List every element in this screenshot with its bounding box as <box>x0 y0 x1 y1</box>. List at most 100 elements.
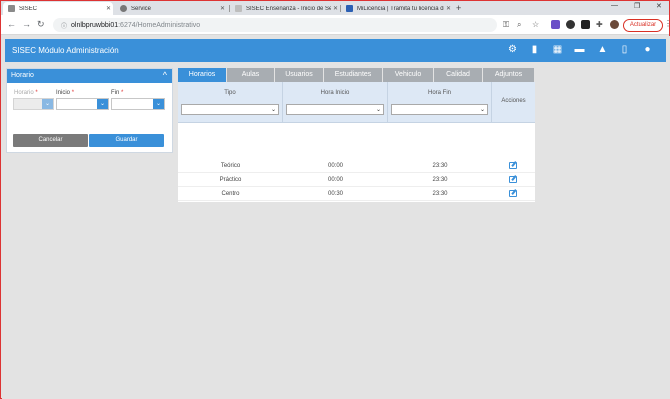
edit-icon[interactable] <box>509 190 517 197</box>
restore-icon[interactable]: ❐ <box>634 2 640 10</box>
user-icon[interactable]: ● <box>642 44 653 56</box>
close-tab-icon[interactable]: ✕ <box>104 5 113 12</box>
horario-panel-title: Horario <box>11 72 34 79</box>
url-host: olnlbpruwbbi01 <box>71 21 119 29</box>
document-icon[interactable]: ▯ <box>619 44 630 56</box>
table-row: Práctico 00:00 23:30 <box>178 174 535 187</box>
back-arrow-icon[interactable]: ← <box>7 19 16 30</box>
browser-tab-service[interactable]: Service ✕ <box>115 2 227 15</box>
cell-tipo: Centro <box>221 191 240 197</box>
cell-hora-inicio: 00:00 <box>327 163 343 169</box>
chevron-up-icon[interactable]: ^ <box>163 70 167 80</box>
column-header: Hora Inicio <box>320 90 350 96</box>
cell-tipo: Teórico <box>220 163 241 169</box>
app-header: SISEC Módulo Administración ⚙ ▮ ▦ ▬ ▲ ▯ … <box>5 39 666 62</box>
chevron-down-icon[interactable]: ⌄ <box>97 99 108 109</box>
browser-tab-title: MiLicencia | Tramita tu licencia de... <box>357 5 444 12</box>
tab-calidad[interactable]: Calidad <box>434 68 482 82</box>
close-tab-icon[interactable]: ✕ <box>218 5 227 12</box>
globe-icon <box>120 5 127 12</box>
address-bar[interactable]: ⓘ olnlbpruwbbi01:6274/HomeAdministrativo <box>53 18 497 32</box>
cell-hora-inicio: 00:00 <box>327 177 343 183</box>
close-tab-icon[interactable]: ✕ <box>331 5 340 12</box>
column-header: Hora Fin <box>427 90 451 96</box>
edit-icon[interactable] <box>509 176 517 183</box>
cell-hora-fin: 23:30 <box>432 191 448 197</box>
horario-field-label: Horario * <box>14 90 38 96</box>
forward-arrow-icon[interactable]: → <box>22 19 31 30</box>
column-hora-inicio: Hora Inicio ⌄ <box>283 82 388 123</box>
page-favicon-icon <box>235 5 242 12</box>
chevron-down-icon: ⌄ <box>270 107 276 113</box>
extension-icon[interactable] <box>581 20 590 29</box>
inicio-select[interactable]: ⌄ <box>56 98 109 110</box>
table-row: Centro 00:30 23:30 <box>178 188 535 201</box>
book-icon[interactable]: ▮ <box>529 44 540 56</box>
extension-icon[interactable] <box>551 20 560 29</box>
tab-adjuntos[interactable]: Adjuntos <box>483 68 534 82</box>
inicio-field-label: Inicio * <box>56 90 75 96</box>
bookmark-star-icon[interactable]: ☆ <box>532 20 541 29</box>
horario-panel: Horario ^ Horario * Inicio * Fin * ⌄ ⌄ ⌄… <box>6 68 173 153</box>
browser-tab-strip: SISEC ✕ Service ✕ SISEC Enseñanza - Inic… <box>1 1 669 15</box>
app-title: SISEC Módulo Administración <box>12 46 119 55</box>
browser-tab-title: SISEC <box>19 5 38 12</box>
chevron-down-icon[interactable]: ⌄ <box>153 99 164 109</box>
tab-usuarios[interactable]: Usuarios <box>275 68 323 82</box>
tab-horarios[interactable]: Horarios <box>178 68 226 82</box>
minimize-icon[interactable]: — <box>611 2 618 9</box>
column-hora-fin: Hora Fin ⌄ <box>388 82 492 123</box>
save-button[interactable]: Guardar <box>89 134 164 147</box>
classroom-icon[interactable]: ▬ <box>574 44 585 56</box>
chevron-down-icon: ⌄ <box>375 107 381 113</box>
tab-aulas[interactable]: Aulas <box>227 68 274 82</box>
zoom-icon[interactable]: ⌕ <box>517 20 526 29</box>
fin-field-label: Fin * <box>111 90 124 96</box>
key-icon[interactable]: ⚿ <box>503 20 512 29</box>
cell-tipo: Práctico <box>219 177 242 183</box>
column-tipo: Tipo ⌄ <box>178 82 283 123</box>
browser-tab-sisec[interactable]: SISEC ✕ <box>3 2 113 15</box>
hora-inicio-filter-select[interactable]: ⌄ <box>286 104 384 115</box>
browser-tab-sisec-ensenanza[interactable]: SISEC Enseñanza - Inicio de Sesión ✕ <box>230 2 340 15</box>
column-header: Tipo <box>224 90 236 96</box>
horario-panel-header[interactable]: Horario ^ <box>7 69 172 83</box>
cancel-button[interactable]: Cancelar <box>13 134 88 147</box>
tipo-filter-select[interactable]: ⌄ <box>181 104 279 115</box>
cell-hora-fin: 23:30 <box>432 177 448 183</box>
hora-fin-filter-select[interactable]: ⌄ <box>391 104 488 115</box>
reload-icon[interactable]: ↻ <box>37 19 45 30</box>
tab-vehiculo[interactable]: Vehiculo <box>383 68 433 82</box>
calendar-icon[interactable]: ▦ <box>552 44 563 56</box>
horarios-table: Tipo ⌄ Hora Inicio ⌄ Hora Fin ⌄ Acciones… <box>178 82 535 202</box>
close-tab-icon[interactable]: ✕ <box>444 5 453 12</box>
chevron-down-icon: ⌄ <box>42 99 53 109</box>
browser-tab-milicencia[interactable]: MiLicencia | Tramita tu licencia de... ✕ <box>341 2 453 15</box>
chevron-down-icon: ⌄ <box>479 107 485 113</box>
edit-icon[interactable] <box>509 162 517 169</box>
puzzle-icon[interactable]: ✚ <box>596 20 605 29</box>
graduation-cap-icon[interactable]: ▲ <box>597 44 608 56</box>
cell-hora-inicio: 00:30 <box>327 191 343 197</box>
url-path: :6274/HomeAdministrativo <box>118 21 201 29</box>
table-header: Tipo ⌄ Hora Inicio ⌄ Hora Fin ⌄ Acciones <box>178 82 535 123</box>
horario-select: ⌄ <box>13 98 54 110</box>
sisec-favicon-icon <box>8 5 15 12</box>
table-row: Teórico 00:00 23:30 <box>178 160 535 173</box>
app-content: SISEC Módulo Administración ⚙ ▮ ▦ ▬ ▲ ▯ … <box>2 36 670 399</box>
milicencia-favicon-icon <box>346 5 353 12</box>
update-button[interactable]: Actualizar <box>623 19 663 32</box>
menu-icon[interactable]: ⋮ <box>664 19 670 28</box>
info-icon[interactable]: ⓘ <box>61 21 67 30</box>
settings-gears-icon[interactable]: ⚙ <box>507 44 518 56</box>
tab-estudiantes[interactable]: Estudiantes <box>324 68 382 82</box>
browser-toolbar: ← → ↻ ⓘ olnlbpruwbbi01:6274/HomeAdminist… <box>1 15 670 35</box>
browser-tab-title: Service <box>131 5 152 12</box>
extension-icon[interactable] <box>566 20 575 29</box>
browser-window: SISEC ✕ Service ✕ SISEC Enseñanza - Inic… <box>0 0 670 399</box>
fin-select[interactable]: ⌄ <box>111 98 165 110</box>
close-window-icon[interactable]: ✕ <box>656 2 662 10</box>
new-tab-button[interactable]: + <box>456 3 461 13</box>
profile-avatar[interactable] <box>610 20 619 29</box>
cell-hora-fin: 23:30 <box>432 163 448 169</box>
